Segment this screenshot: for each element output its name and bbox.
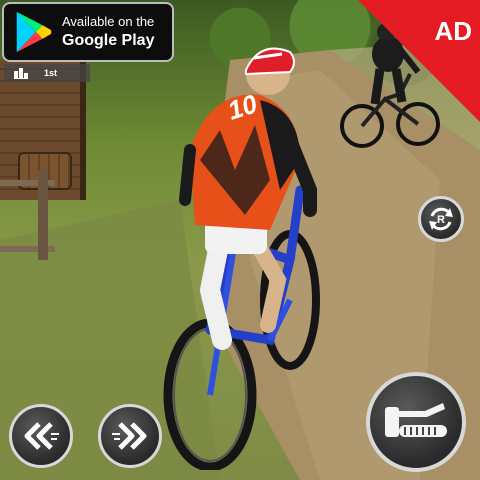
ad-corner-banner[interactable]: AD bbox=[358, 0, 480, 122]
steer-right-button[interactable] bbox=[98, 404, 162, 468]
ad-label: AD bbox=[434, 16, 472, 46]
google-play-badge[interactable]: Available on the Google Play bbox=[2, 2, 174, 62]
reset-icon: R bbox=[429, 207, 453, 231]
badge-caption: Available on the bbox=[62, 13, 155, 29]
fence-post bbox=[38, 170, 48, 260]
steer-left-button[interactable] bbox=[9, 404, 73, 468]
badge-store-name: Google Play bbox=[62, 31, 155, 49]
throttle-icon bbox=[385, 403, 447, 437]
reset-button[interactable]: R bbox=[418, 196, 464, 242]
leaderboard-icon bbox=[14, 67, 28, 79]
race-position-label: 1st bbox=[44, 68, 58, 78]
race-position-bar: 1st bbox=[4, 64, 90, 82]
accelerate-button[interactable] bbox=[366, 372, 466, 472]
double-chevron-left-icon bbox=[24, 422, 59, 450]
double-chevron-right-icon bbox=[112, 422, 147, 450]
google-play-icon bbox=[16, 11, 52, 53]
game-scene: 10 Available on the Google Play 1st AD R bbox=[0, 0, 480, 480]
reset-letter: R bbox=[437, 214, 445, 226]
